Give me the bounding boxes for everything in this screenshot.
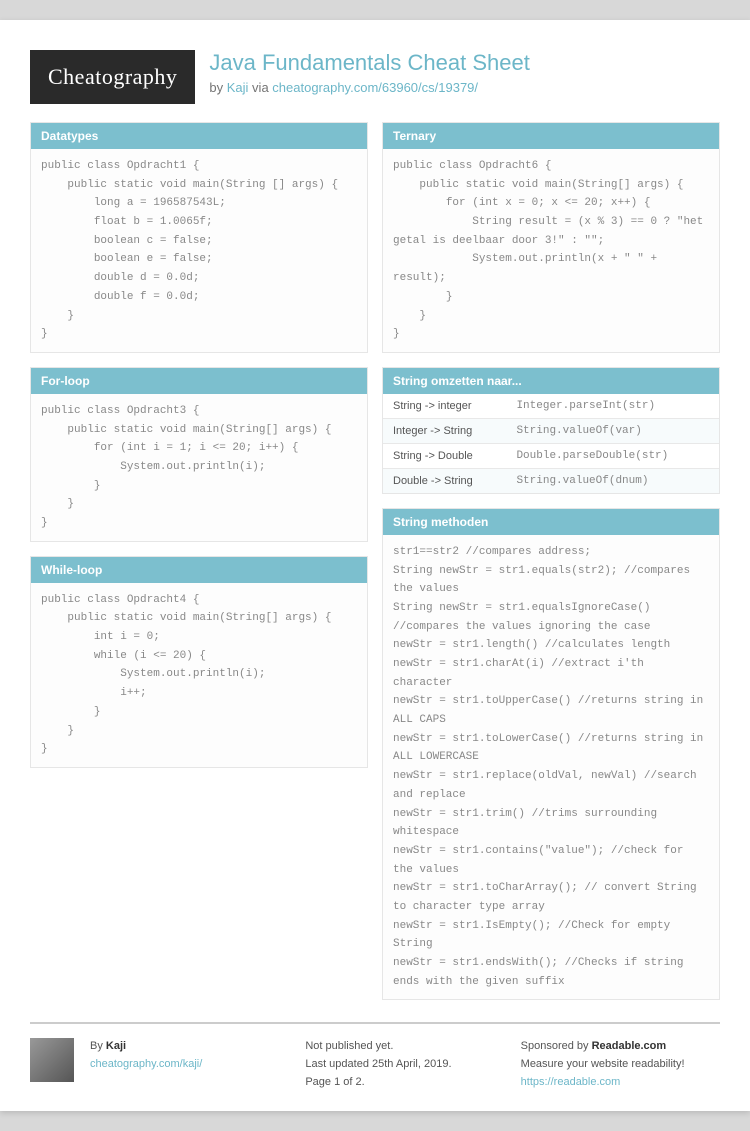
- table-row: String -> DoubleDouble.parseDouble(str): [383, 443, 719, 468]
- via-label: via: [248, 80, 272, 95]
- cell-right: Double.parseDouble(str): [506, 443, 719, 468]
- source-link[interactable]: cheatography.com/63960/cs/19379/: [272, 80, 478, 95]
- sponsor-tagline: Measure your website readability!: [521, 1056, 720, 1074]
- code-content: public class Opdracht3 { public static v…: [31, 394, 367, 541]
- block-datatypes: Datatypes public class Opdracht1 { publi…: [30, 122, 368, 353]
- block-header: Datatypes: [31, 123, 367, 149]
- block-header: For-loop: [31, 368, 367, 394]
- last-updated: Last updated 25th April, 2019.: [305, 1056, 504, 1074]
- block-string-omzetten: String omzetten naar... String -> intege…: [382, 367, 720, 494]
- sponsor-label: Sponsored by: [521, 1040, 592, 1052]
- footer-author-name: Kaji: [106, 1040, 126, 1052]
- columns: Datatypes public class Opdracht1 { publi…: [30, 122, 720, 1000]
- footer: By Kaji cheatography.com/kaji/ Not publi…: [30, 1022, 720, 1091]
- cell-left: Integer -> String: [383, 418, 506, 443]
- page-title: Java Fundamentals Cheat Sheet: [209, 50, 529, 76]
- header: Cheatography Java Fundamentals Cheat She…: [30, 50, 720, 104]
- block-header: String omzetten naar...: [383, 368, 719, 394]
- block-header: Ternary: [383, 123, 719, 149]
- block-whileloop: While-loop public class Opdracht4 { publ…: [30, 556, 368, 768]
- cell-left: Double -> String: [383, 468, 506, 493]
- footer-meta: Not published yet. Last updated 25th Apr…: [305, 1038, 504, 1091]
- header-text: Java Fundamentals Cheat Sheet by Kaji vi…: [209, 50, 529, 95]
- block-ternary: Ternary public class Opdracht6 { public …: [382, 122, 720, 353]
- code-content: public class Opdracht1 { public static v…: [31, 149, 367, 352]
- cell-right: Integer.parseInt(str): [506, 394, 719, 419]
- conversion-table: String -> integerInteger.parseInt(str) I…: [383, 394, 719, 493]
- block-header: While-loop: [31, 557, 367, 583]
- page-number: Page 1 of 2.: [305, 1074, 504, 1092]
- byline: by Kaji via cheatography.com/63960/cs/19…: [209, 80, 529, 95]
- table-row: String -> integerInteger.parseInt(str): [383, 394, 719, 419]
- footer-sponsor: Sponsored by Readable.com Measure your w…: [521, 1038, 720, 1091]
- left-column: Datatypes public class Opdracht1 { publi…: [30, 122, 368, 1000]
- table-row: Integer -> StringString.valueOf(var): [383, 418, 719, 443]
- footer-author: By Kaji cheatography.com/kaji/: [90, 1038, 289, 1091]
- cell-left: String -> integer: [383, 394, 506, 419]
- cell-right: String.valueOf(var): [506, 418, 719, 443]
- by-label: by: [209, 80, 226, 95]
- block-forloop: For-loop public class Opdracht3 { public…: [30, 367, 368, 542]
- sponsor-link[interactable]: https://readable.com: [521, 1076, 621, 1088]
- pub-status: Not published yet.: [305, 1038, 504, 1056]
- site-logo: Cheatography: [30, 50, 195, 104]
- code-content: str1==str2 //compares address; String ne…: [383, 535, 719, 1000]
- avatar: [30, 1038, 74, 1082]
- author-link[interactable]: Kaji: [227, 80, 249, 95]
- cheatsheet-page: Cheatography Java Fundamentals Cheat She…: [0, 20, 750, 1111]
- block-string-methoden: String methoden str1==str2 //compares ad…: [382, 508, 720, 1001]
- sponsor-name: Readable.com: [592, 1040, 667, 1052]
- cell-left: String -> Double: [383, 443, 506, 468]
- footer-author-link[interactable]: cheatography.com/kaji/: [90, 1058, 202, 1070]
- right-column: Ternary public class Opdracht6 { public …: [382, 122, 720, 1000]
- table-row: Double -> StringString.valueOf(dnum): [383, 468, 719, 493]
- code-content: public class Opdracht6 { public static v…: [383, 149, 719, 352]
- by-label: By: [90, 1040, 106, 1052]
- block-header: String methoden: [383, 509, 719, 535]
- cell-right: String.valueOf(dnum): [506, 468, 719, 493]
- code-content: public class Opdracht4 { public static v…: [31, 583, 367, 767]
